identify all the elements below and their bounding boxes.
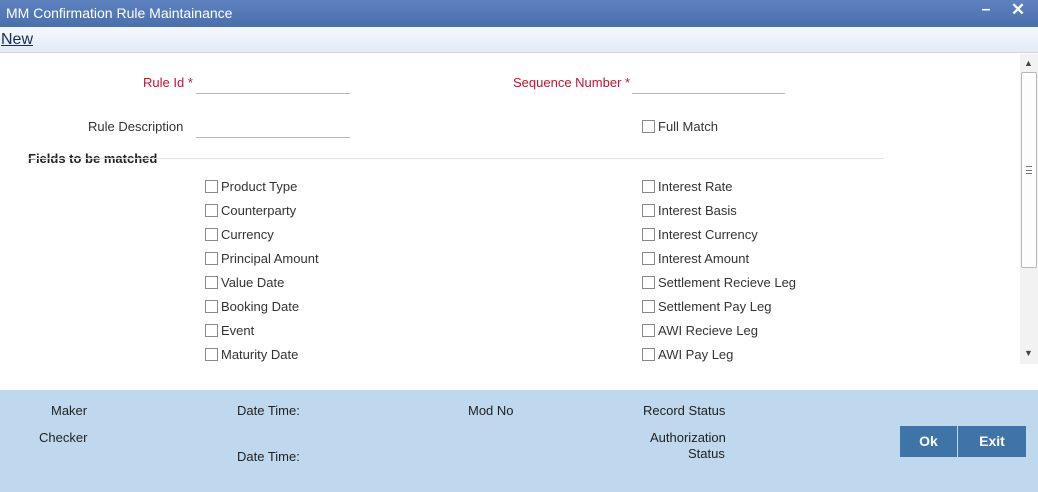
currency-label: Currency (221, 227, 274, 242)
event-checkbox[interactable] (205, 324, 218, 337)
exit-button[interactable]: Exit (958, 426, 1026, 457)
interest-basis-checkbox[interactable] (642, 204, 655, 217)
counterparty-checkbox[interactable] (205, 204, 218, 217)
form-content: Rule Id * Sequence Number * Rule Descrip… (0, 54, 1020, 390)
interest-currency-checkbox[interactable] (642, 228, 655, 241)
settlement-pay-leg-checkbox[interactable] (642, 300, 655, 313)
rule-id-label: Rule Id * (143, 75, 193, 90)
interest-rate-checkbox[interactable] (642, 180, 655, 193)
interest-amount-checkbox[interactable] (642, 252, 655, 265)
minimize-icon[interactable]: – (979, 1, 993, 19)
awi-pay-leg-checkbox[interactable] (642, 348, 655, 361)
maturity-date-checkbox[interactable] (205, 348, 218, 361)
settlement-recieve-leg-checkbox[interactable] (642, 276, 655, 289)
sequence-number-label: Sequence Number * (513, 75, 631, 90)
event-label: Event (221, 323, 255, 338)
grip-icon (1026, 166, 1032, 174)
awi-recieve-leg-label: AWI Recieve Leg (658, 323, 758, 338)
full-match-checkbox[interactable] (642, 120, 655, 133)
vertical-scrollbar[interactable]: ▲ ▼ (1020, 54, 1038, 364)
record-status-label: Record Status (643, 403, 726, 418)
booking-date-checkbox[interactable] (205, 300, 218, 313)
awi-recieve-leg-checkbox[interactable] (642, 324, 655, 337)
menu-bar: New (0, 27, 1038, 53)
window-title: MM Confirmation Rule Maintainance (6, 5, 233, 21)
triangle-down-icon[interactable]: ▼ (1024, 348, 1033, 358)
interest-currency-label: Interest Currency (658, 227, 758, 242)
authorization-status-label: Status (688, 446, 725, 461)
maturity-date-label: Maturity Date (221, 347, 299, 362)
interest-rate-label: Interest Rate (658, 179, 733, 194)
checker-date-time-label: Date Time: (237, 449, 300, 464)
interest-amount-label: Interest Amount (658, 251, 750, 266)
interest-basis-label: Interest Basis (658, 203, 737, 218)
value-date-label: Value Date (221, 275, 285, 290)
full-match-label: Full Match (658, 119, 718, 134)
value-date-checkbox[interactable] (205, 276, 218, 289)
section-divider (28, 158, 884, 159)
principal-amount-label: Principal Amount (221, 251, 319, 266)
triangle-up-icon[interactable]: ▲ (1024, 58, 1033, 68)
sequence-number-input[interactable] (632, 72, 785, 94)
new-menu-item[interactable]: New (1, 31, 33, 49)
rule-id-input[interactable] (196, 72, 350, 94)
maker-date-time-label: Date Time: (237, 403, 300, 418)
rule-description-input[interactable] (196, 116, 350, 138)
title-bar: MM Confirmation Rule Maintainance – ✕ (0, 0, 1038, 27)
ok-button[interactable]: Ok (900, 426, 957, 457)
product-type-checkbox[interactable] (205, 180, 218, 193)
authorization-label: Authorization (650, 430, 726, 445)
booking-date-label: Booking Date (221, 299, 300, 314)
counterparty-label: Counterparty (221, 203, 297, 218)
mod-no-label: Mod No (468, 403, 514, 418)
maker-label: Maker (51, 403, 88, 418)
settlement-recieve-leg-label: Settlement Recieve Leg (658, 275, 797, 290)
product-type-label: Product Type (221, 179, 298, 194)
scrollbar-thumb[interactable] (1021, 72, 1037, 268)
principal-amount-checkbox[interactable] (205, 252, 218, 265)
rule-description-label: Rule Description (88, 119, 184, 134)
audit-footer: Maker Date Time: Mod No Record Status Ch… (0, 390, 1038, 492)
awi-pay-leg-label: AWI Pay Leg (658, 347, 734, 362)
currency-checkbox[interactable] (205, 228, 218, 241)
checker-label: Checker (39, 430, 88, 445)
settlement-pay-leg-label: Settlement Pay Leg (658, 299, 772, 314)
close-icon[interactable]: ✕ (1008, 0, 1028, 22)
